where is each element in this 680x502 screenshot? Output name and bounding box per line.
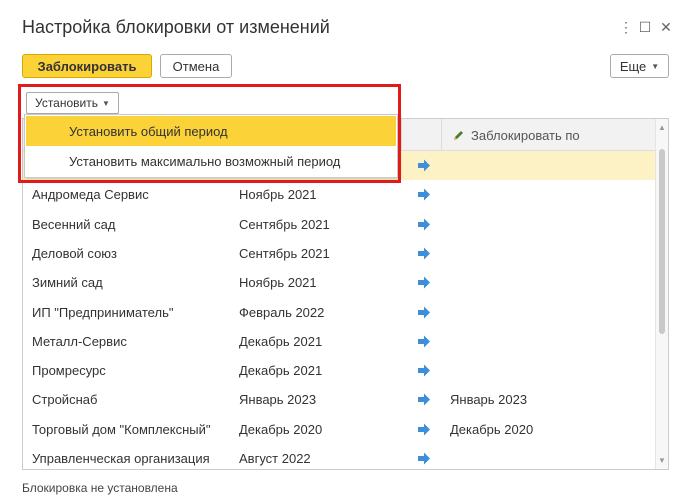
- period-cell: Ноябрь 2021: [239, 187, 317, 203]
- arrow-right-icon[interactable]: [417, 306, 431, 319]
- period-cell: Сентябрь 2021: [239, 216, 330, 232]
- vertical-scrollbar[interactable]: ▲ ▼: [655, 119, 668, 469]
- arrow-right-icon[interactable]: [417, 364, 431, 377]
- period-cell: Сентябрь 2021: [239, 245, 330, 261]
- arrow-right-icon[interactable]: [417, 218, 431, 231]
- arrow-right-icon[interactable]: [417, 276, 431, 289]
- cancel-button-label: Отмена: [172, 58, 220, 74]
- cancel-button[interactable]: Отмена: [160, 54, 232, 78]
- set-button-label: Установить: [35, 96, 98, 110]
- more-button-label: Еще: [619, 58, 647, 74]
- close-icon[interactable]: ✕: [658, 19, 674, 36]
- organization-cell: Андромеда Сервис: [32, 187, 149, 203]
- more-button[interactable]: Еще ▼: [610, 54, 669, 78]
- period-cell: Декабрь 2021: [239, 363, 323, 379]
- window-title: Настройка блокировки от изменений: [22, 17, 330, 37]
- organization-cell: Весенний сад: [32, 216, 116, 232]
- table-row[interactable]: ИП "Предприниматель" Февраль 2022: [23, 298, 657, 327]
- table-row[interactable]: Деловой союз Сентябрь 2021: [23, 239, 657, 268]
- scroll-up-icon[interactable]: ▲: [658, 123, 666, 132]
- lock-by-column-header[interactable]: Заблокировать по: [441, 119, 657, 151]
- organization-cell: Деловой союз: [32, 245, 118, 261]
- status-text: Блокировка не установлена: [22, 481, 178, 495]
- organization-cell: Промресурс: [32, 363, 106, 379]
- lock-by-cell[interactable]: Декабрь 2020: [450, 415, 533, 444]
- scrollbar-thumb[interactable]: [659, 149, 665, 334]
- table-row[interactable]: Зимний сад Ноябрь 2021: [23, 268, 657, 297]
- lock-by-header-label: Заблокировать по: [471, 127, 580, 143]
- table-row[interactable]: Стройснаб Январь 2023 Январь 2023: [23, 385, 657, 414]
- maximize-icon[interactable]: ☐: [637, 19, 653, 36]
- organization-cell: Управленческая организация: [32, 451, 210, 466]
- arrow-right-icon[interactable]: [417, 247, 431, 260]
- set-dropdown-button[interactable]: Установить ▼: [26, 92, 119, 114]
- chevron-down-icon: ▼: [651, 61, 660, 71]
- lock-settings-window: Настройка блокировки от изменений ⋮ ☐ ✕ …: [0, 0, 680, 502]
- pencil-icon: [454, 130, 463, 140]
- lock-button-label: Заблокировать: [37, 58, 137, 74]
- menu-item-set-max-period[interactable]: Установить максимально возможный период: [26, 146, 396, 176]
- period-cell: Август 2022: [239, 451, 311, 466]
- period-cell: Декабрь 2020: [239, 421, 323, 437]
- organization-cell: Зимний сад: [32, 275, 103, 291]
- arrow-right-icon[interactable]: [417, 188, 431, 201]
- organization-cell: Металл-Сервис: [32, 333, 127, 349]
- organization-cell: Торговый дом "Комплексный": [32, 421, 211, 437]
- period-cell: Январь 2023: [239, 392, 317, 408]
- table-row[interactable]: Весенний сад Сентябрь 2021: [23, 210, 657, 239]
- table-row[interactable]: Промресурс Декабрь 2021: [23, 356, 657, 385]
- table-row[interactable]: Управленческая организация Август 2022: [23, 444, 657, 469]
- organization-cell: ИП "Предприниматель": [32, 304, 174, 320]
- chevron-down-icon: ▼: [101, 98, 110, 108]
- arrow-column-header: [401, 119, 441, 151]
- period-cell: Февраль 2022: [239, 304, 325, 320]
- organization-cell: Стройснаб: [32, 392, 98, 408]
- scroll-down-icon[interactable]: ▼: [658, 456, 666, 465]
- period-cell: Ноябрь 2021: [239, 275, 317, 291]
- arrow-right-icon[interactable]: [417, 452, 431, 465]
- arrow-right-icon[interactable]: [417, 159, 431, 172]
- arrow-right-icon[interactable]: [417, 335, 431, 348]
- table-row[interactable]: Металл-Сервис Декабрь 2021: [23, 327, 657, 356]
- menu-item-label: Установить общий период: [69, 123, 228, 139]
- lock-by-cell[interactable]: Январь 2023: [450, 385, 527, 414]
- period-cell: Декабрь 2021: [239, 333, 323, 349]
- table-row[interactable]: Торговый дом "Комплексный" Декабрь 2020 Де…: [23, 415, 657, 444]
- lock-button[interactable]: Заблокировать: [22, 54, 152, 78]
- arrow-right-icon[interactable]: [417, 423, 431, 436]
- more-options-icon[interactable]: ⋮: [618, 19, 634, 36]
- table-row[interactable]: Андромеда Сервис Ноябрь 2021: [23, 180, 657, 209]
- menu-item-set-common-period[interactable]: Установить общий период: [26, 116, 396, 146]
- menu-item-label: Установить максимально возможный период: [69, 153, 341, 169]
- arrow-right-icon[interactable]: [417, 393, 431, 406]
- set-period-menu: Установить общий период Установить макси…: [24, 114, 398, 178]
